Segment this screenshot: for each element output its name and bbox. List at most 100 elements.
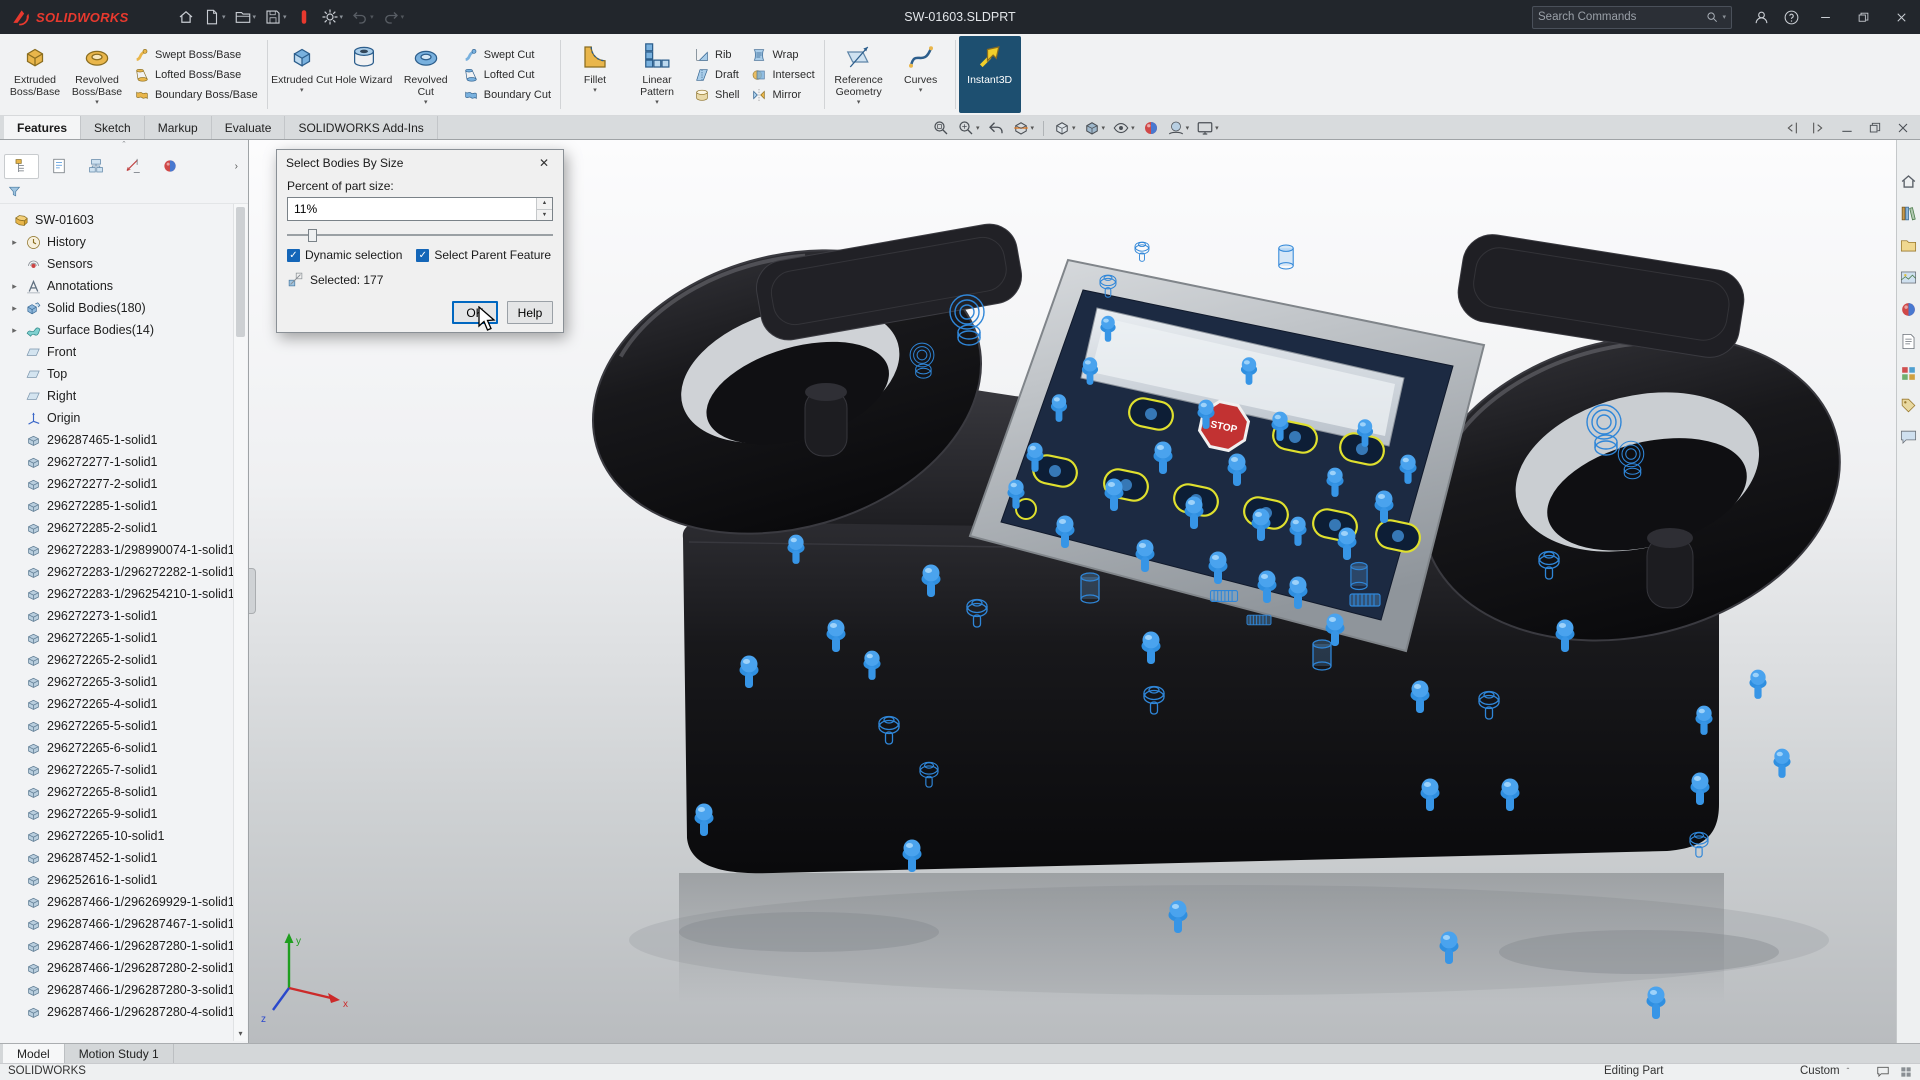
- maximize-button[interactable]: [1844, 0, 1882, 34]
- view-orientation-button[interactable]: ▾: [1051, 118, 1078, 138]
- tree-item-296272265-1-solid1[interactable]: 296272265-1-solid1: [0, 627, 248, 649]
- file-explorer-button[interactable]: [1899, 236, 1918, 255]
- account-button[interactable]: [1746, 0, 1776, 34]
- select-parent-feature-checkbox[interactable]: ✓Select Parent Feature: [416, 248, 551, 262]
- selected-body-plate[interactable]: [1247, 615, 1271, 625]
- apply-scene-caret-icon[interactable]: ▾: [1186, 124, 1190, 132]
- tree-item-296272285-2-solid1[interactable]: 296272285-2-solid1: [0, 517, 248, 539]
- boundary-boss-base-button[interactable]: Boundary Boss/Base: [134, 87, 258, 103]
- selected-body-pin[interactable]: [1647, 987, 1666, 1020]
- selected-body-cyl[interactable]: [1313, 640, 1331, 670]
- percent-input[interactable]: [287, 197, 553, 221]
- revolved-cut-button[interactable]: Revolved Cut▾: [395, 36, 457, 113]
- wrap-button[interactable]: Wrap: [751, 47, 814, 63]
- tree-item-right[interactable]: Right: [0, 385, 248, 407]
- previous-document-pane-button[interactable]: [1782, 119, 1800, 137]
- custom-properties-button[interactable]: [1899, 332, 1918, 351]
- tree-item-296272265-4-solid1[interactable]: 296272265-4-solid1: [0, 693, 248, 715]
- mirror-button[interactable]: Mirror: [751, 87, 814, 103]
- tree-item-296287452-1-solid1[interactable]: 296287452-1-solid1: [0, 847, 248, 869]
- draft-button[interactable]: Draft: [694, 67, 739, 83]
- appearances-scenes-button[interactable]: [1899, 300, 1918, 319]
- linear-pattern-caret-icon[interactable]: ▾: [655, 99, 659, 107]
- selected-body-plate[interactable]: [1350, 594, 1380, 606]
- slider-track[interactable]: [287, 234, 553, 236]
- tree-item-296272265-10-solid1[interactable]: 296272265-10-solid1: [0, 825, 248, 847]
- tab-markup[interactable]: Markup: [145, 116, 212, 139]
- home-button[interactable]: [174, 5, 198, 29]
- extruded-cut-button[interactable]: Extruded Cut▾: [271, 36, 333, 113]
- decals-button[interactable]: [1899, 396, 1918, 415]
- tree-item-annotations[interactable]: ▸Annotations: [0, 275, 248, 297]
- selected-body-pin[interactable]: [1749, 670, 1766, 699]
- panel-collapse-arrow[interactable]: ˆ: [0, 140, 248, 152]
- tree-item-front[interactable]: Front: [0, 341, 248, 363]
- lofted-cut-button[interactable]: Lofted Cut: [463, 67, 551, 83]
- tree-item-296272285-1-solid1[interactable]: 296272285-1-solid1: [0, 495, 248, 517]
- display-style-caret-icon[interactable]: ▾: [1102, 124, 1106, 132]
- selected-body-wire[interactable]: [1135, 242, 1149, 261]
- tree-item-296272283-1-296272282-1-solid1[interactable]: 296272283-1/296272282-1-solid1: [0, 561, 248, 583]
- revolved-boss-base-button[interactable]: Revolved Boss/Base▾: [66, 36, 128, 113]
- tree-item-origin[interactable]: Origin: [0, 407, 248, 429]
- dynamic-selection-checkbox[interactable]: ✓Dynamic selection: [287, 248, 402, 262]
- previous-view-button[interactable]: [985, 118, 1007, 138]
- expand-arrow-icon[interactable]: ▸: [8, 303, 21, 314]
- instant3d-button[interactable]: Instant3D: [959, 36, 1021, 113]
- selected-body-cyl[interactable]: [1279, 245, 1293, 269]
- tree-item-history[interactable]: ▸History: [0, 231, 248, 253]
- search-icon[interactable]: [1705, 10, 1719, 24]
- panel-splitter-handle[interactable]: [249, 568, 256, 614]
- design-library-button[interactable]: [1899, 204, 1918, 223]
- curves-caret-icon[interactable]: ▾: [919, 87, 923, 95]
- revolved-boss-base-caret-icon[interactable]: ▾: [95, 99, 99, 107]
- spin-up-button[interactable]: ▲: [537, 198, 552, 209]
- hole-wizard-button[interactable]: Hole Wizard: [333, 36, 395, 113]
- percent-slider[interactable]: [287, 228, 553, 242]
- status-comment-icon[interactable]: [1876, 1065, 1891, 1080]
- scroll-down-arrow-icon[interactable]: ▾: [234, 1027, 247, 1041]
- tab-solidworks-add-ins[interactable]: SOLIDWORKS Add-Ins: [285, 116, 437, 139]
- dialog-titlebar[interactable]: Select Bodies By Size ✕: [277, 150, 563, 176]
- swept-boss-base-button[interactable]: Swept Boss/Base: [134, 47, 258, 63]
- tree-item-296272277-2-solid1[interactable]: 296272277-2-solid1: [0, 473, 248, 495]
- panel-expand-chevron-icon[interactable]: ›: [235, 161, 238, 172]
- model-right-pad[interactable]: [1454, 230, 1748, 361]
- tree-item-surface-bodies-14[interactable]: ▸Surface Bodies(14): [0, 319, 248, 341]
- dimxpertmanager-tab[interactable]: [115, 154, 150, 179]
- featuremanager-design-tree-tab[interactable]: [4, 154, 39, 179]
- extruded-boss-base-button[interactable]: Extruded Boss/Base: [4, 36, 66, 113]
- tree-item-296252616-1-solid1[interactable]: 296252616-1-solid1: [0, 869, 248, 891]
- expand-arrow-icon[interactable]: ▸: [8, 281, 21, 292]
- task-pane-home-button[interactable]: [1899, 172, 1918, 191]
- new-document-caret-icon[interactable]: ▾: [222, 13, 226, 21]
- tree-item-296272283-1-296254210-1-solid1[interactable]: 296272283-1/296254210-1-solid1: [0, 583, 248, 605]
- dialog-close-icon[interactable]: ✕: [534, 156, 554, 170]
- tree-item-296272265-3-solid1[interactable]: 296272265-3-solid1: [0, 671, 248, 693]
- display-style-button[interactable]: ▾: [1081, 118, 1108, 138]
- tree-item-296272265-9-solid1[interactable]: 296272265-9-solid1: [0, 803, 248, 825]
- tree-item-296272265-6-solid1[interactable]: 296272265-6-solid1: [0, 737, 248, 759]
- tree-item-296272273-1-solid1[interactable]: 296272273-1-solid1: [0, 605, 248, 627]
- linear-pattern-button[interactable]: Linear Pattern▾: [626, 36, 688, 113]
- expand-arrow-icon[interactable]: ▸: [8, 325, 21, 336]
- tree-item-sensors[interactable]: Sensors: [0, 253, 248, 275]
- new-document-button[interactable]: ▾: [200, 5, 229, 29]
- fillet-caret-icon[interactable]: ▾: [593, 87, 597, 95]
- configurationmanager-tab[interactable]: [78, 154, 113, 179]
- tree-item-296287466-1-296287467-1-solid1[interactable]: 296287466-1/296287467-1-solid1: [0, 913, 248, 935]
- 3dexperience-button[interactable]: [292, 5, 316, 29]
- redo-button[interactable]: ▾: [379, 5, 408, 29]
- solidworks-resources-button[interactable]: [1899, 364, 1918, 383]
- command-search[interactable]: ▾: [1532, 6, 1732, 29]
- fillet-button[interactable]: Fillet▾: [564, 36, 626, 113]
- doc-tab-model[interactable]: Model: [3, 1044, 65, 1063]
- spin-down-button[interactable]: ▼: [537, 209, 552, 221]
- tree-item-top[interactable]: Top: [0, 363, 248, 385]
- intersect-button[interactable]: Intersect: [751, 67, 814, 83]
- redo-caret-icon[interactable]: ▾: [401, 13, 405, 21]
- reference-geometry-button[interactable]: Reference Geometry▾: [828, 36, 890, 113]
- tree-item-296287466-1-296287280-2-solid1[interactable]: 296287466-1/296287280-2-solid1: [0, 957, 248, 979]
- hide-show-items-caret-icon[interactable]: ▾: [1131, 124, 1135, 132]
- propertymanager-tab[interactable]: [41, 154, 76, 179]
